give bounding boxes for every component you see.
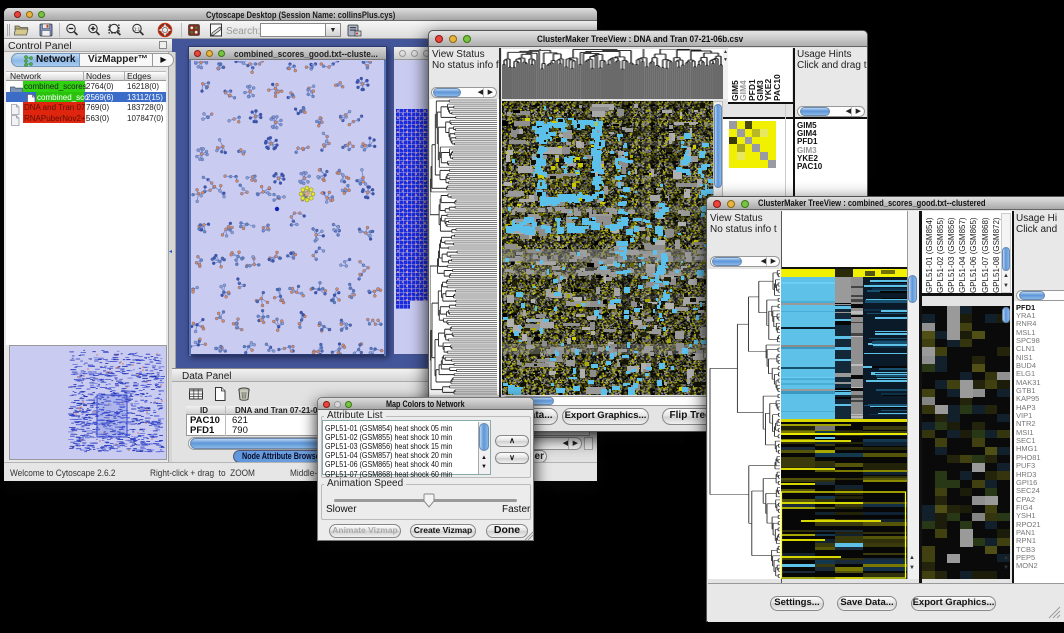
svg-text:1:1: 1:1	[134, 27, 141, 32]
